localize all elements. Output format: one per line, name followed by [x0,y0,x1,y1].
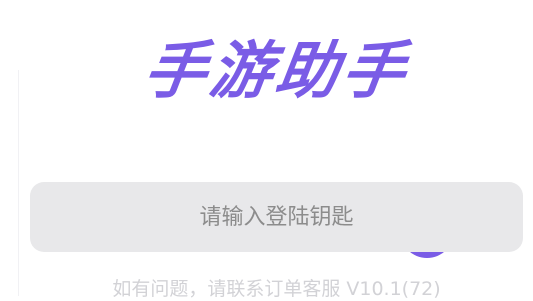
app-title: 手游助手 [139,34,414,107]
page-edge-divider [18,70,19,296]
login-key-input[interactable] [30,182,523,252]
support-contact-note: 如有问题，请联系订单客服 V10.1(72) [112,278,441,300]
